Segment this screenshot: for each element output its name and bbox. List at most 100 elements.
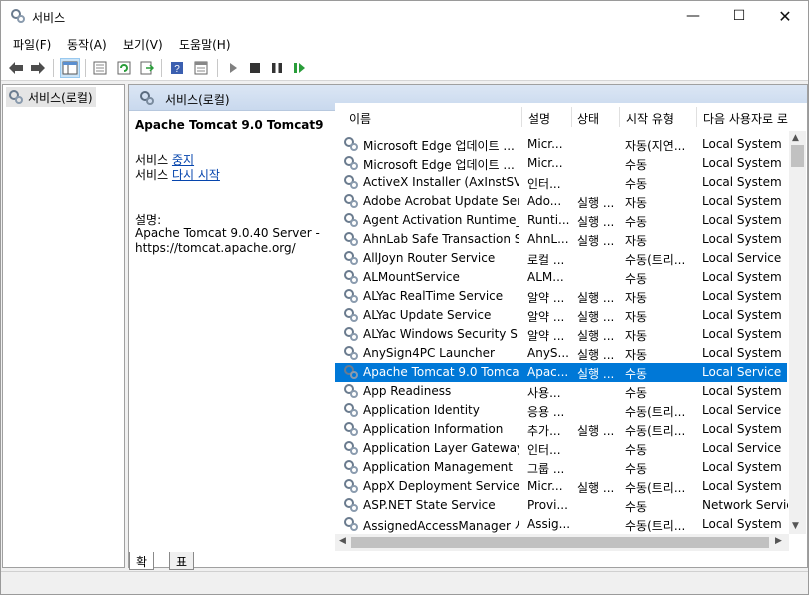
service-row[interactable]: Apache Tomcat 9.0 Tomcat9 Apac... 실행 ...… [335, 363, 787, 382]
services-rows: Microsoft Edge 업데이트 ... Micr... 자동(지연...… [335, 135, 788, 534]
scroll-left-icon[interactable]: ◀ [339, 536, 346, 546]
service-name: Apache Tomcat 9.0 Tomcat9 [363, 365, 519, 379]
menu-file[interactable]: 파일(F) [13, 36, 51, 53]
service-name: AppX Deployment Service ... [363, 479, 519, 493]
service-row[interactable]: Application Information 추가... 실행 ... 수동(… [335, 420, 787, 439]
column-header-startup-type[interactable]: 시작 유형 [626, 110, 674, 127]
resume-icon[interactable] [290, 58, 310, 78]
service-row[interactable]: Application Management 그룹 ... 수동 Local S… [335, 458, 787, 477]
service-gear-icon [344, 460, 358, 474]
service-row[interactable]: Application Layer Gateway ... 인터... 수동 L… [335, 439, 787, 458]
service-row[interactable]: Microsoft Edge 업데이트 ... Micr... 자동(지연...… [335, 135, 787, 154]
service-gear-icon [344, 175, 358, 189]
scroll-down-icon[interactable]: ▼ [792, 521, 799, 531]
service-gear-icon [344, 289, 358, 303]
service-gear-icon [344, 327, 358, 341]
stop-service-link[interactable]: 중지 [172, 153, 194, 167]
service-name: Application Management [363, 460, 513, 474]
scroll-right-icon[interactable]: ▶ [775, 536, 782, 546]
service-description: 응용 ... [527, 405, 565, 419]
service-log-on-as: Local System [702, 156, 782, 170]
service-row[interactable]: ASP.NET State Service Provi... 수동 Networ… [335, 496, 788, 515]
service-row[interactable]: ALMountService ALM... 수동 Local System [335, 268, 787, 287]
service-row[interactable]: Microsoft Edge 업데이트 ... Micr... 수동 Local… [335, 154, 787, 173]
scroll-up-icon[interactable]: ▲ [792, 133, 799, 143]
minimize-button[interactable]: — [670, 1, 716, 32]
column-header-log-on-as[interactable]: 다음 사용자로 로 [703, 110, 789, 127]
service-name: Application Layer Gateway ... [363, 441, 519, 455]
service-row[interactable]: ActiveX Installer (AxInstSV) 인터... 수동 Lo… [335, 173, 787, 192]
list-header: ⌃ 이름 설명 상태 시작 유형 다음 사용자로 로 [335, 103, 795, 131]
menu-action[interactable]: 동작(A) [67, 36, 107, 53]
service-row[interactable]: Application Identity 응용 ... 수동(트리... Loc… [335, 401, 787, 420]
service-startup-type: 자동 [625, 329, 648, 343]
view-icon[interactable] [191, 58, 211, 78]
service-name: ASP.NET State Service [363, 498, 496, 512]
restart-service-link[interactable]: 다시 시작 [172, 168, 220, 182]
service-description: Assig... [527, 517, 571, 531]
help-icon[interactable]: ? [167, 58, 187, 78]
service-gear-icon [344, 498, 358, 512]
service-row[interactable]: Agent Activation Runtime_... Runti... 실행… [335, 211, 787, 230]
column-header-description[interactable]: 설명 [528, 110, 550, 127]
service-row[interactable]: ALYac RealTime Service 알약 ... 실행 ... 자동 … [335, 287, 787, 306]
service-startup-type: 수동 [625, 500, 648, 514]
menu-help[interactable]: 도움말(H) [179, 36, 231, 53]
service-name: ALYac Update Service [363, 308, 492, 322]
service-description: Micr... [527, 137, 563, 151]
service-status: 실행 ... [577, 310, 615, 324]
service-row[interactable]: AppX Deployment Service ... Micr... 실행 .… [335, 477, 787, 496]
service-description: 추가... [527, 424, 561, 438]
service-gear-icon [344, 308, 358, 322]
services-gear-icon [140, 91, 154, 105]
refresh-icon[interactable] [114, 58, 134, 78]
service-name: Microsoft Edge 업데이트 ... [363, 158, 515, 172]
service-name: ALYac Windows Security S... [363, 327, 519, 341]
service-row[interactable]: ALYac Update Service 알약 ... 실행 ... 자동 Lo… [335, 306, 787, 325]
service-description: Micr... [527, 479, 563, 493]
back-arrow-icon[interactable] [6, 58, 26, 78]
service-name: Agent Activation Runtime_... [363, 213, 519, 227]
service-description: 사용... [527, 386, 561, 400]
export-list-icon[interactable] [137, 58, 157, 78]
stop-icon[interactable] [245, 58, 265, 78]
column-header-name[interactable]: 이름 [349, 110, 371, 127]
horizontal-scrollbar[interactable]: ◀ ▶ [335, 534, 789, 551]
vertical-scrollbar[interactable]: ▲ ▼ [789, 131, 806, 534]
tab-extended[interactable]: 확장 [129, 552, 155, 586]
horizontal-scroll-thumb[interactable] [351, 537, 769, 548]
pause-icon[interactable] [267, 58, 287, 78]
service-row[interactable]: ALYac Windows Security S... 알약 ... 실행 ..… [335, 325, 787, 344]
service-gear-icon [344, 517, 358, 531]
service-startup-type: 수동 [625, 158, 648, 172]
vertical-scroll-thumb[interactable] [791, 145, 804, 167]
forward-arrow-icon[interactable] [28, 58, 48, 78]
close-button[interactable]: ✕ [762, 1, 808, 32]
service-row[interactable]: AnySign4PC Launcher AnyS... 실행 ... 자동 Lo… [335, 344, 787, 363]
service-row[interactable]: AhnLab Safe Transaction S... AhnL... 실행 … [335, 230, 787, 249]
service-startup-type: 자동(지연... [625, 139, 686, 153]
properties-icon[interactable] [90, 58, 110, 78]
tree-item-label: 서비스(로컬) [28, 90, 93, 105]
title-bar[interactable]: 서비스 — ☐ ✕ [1, 1, 808, 32]
service-gear-icon [344, 251, 358, 265]
service-row[interactable]: Adobe Acrobat Update Ser... Ado... 실행 ..… [335, 192, 787, 211]
restart-service-line: 서비스 다시 시작 [135, 166, 220, 183]
services-window: 서비스 — ☐ ✕ 파일(F) 동작(A) 보기(V) 도움말(H) ? 서비스… [0, 0, 809, 595]
service-status: 실행 ... [577, 291, 615, 305]
window-title: 서비스 [32, 11, 66, 25]
service-row[interactable]: AssignedAccessManager 서... Assig... 수동(트… [335, 515, 787, 534]
tab-standard[interactable]: 표준 [169, 552, 195, 586]
maximize-button[interactable]: ☐ [716, 1, 762, 32]
restart-prefix: 서비스 [135, 168, 169, 182]
service-gear-icon [344, 270, 358, 284]
menu-view[interactable]: 보기(V) [123, 36, 163, 53]
service-name: Adobe Acrobat Update Ser... [363, 194, 519, 208]
show-hide-tree-icon[interactable] [60, 58, 80, 78]
service-row[interactable]: AllJoyn Router Service 로컬 ... 수동(트리... L… [335, 249, 787, 268]
service-row[interactable]: App Readiness 사용... 수동 Local System [335, 382, 787, 401]
service-name: AllJoyn Router Service [363, 251, 496, 265]
tree-item-services-local[interactable]: 서비스(로컬) [6, 87, 96, 107]
play-icon[interactable] [223, 58, 243, 78]
column-header-status[interactable]: 상태 [577, 110, 599, 127]
